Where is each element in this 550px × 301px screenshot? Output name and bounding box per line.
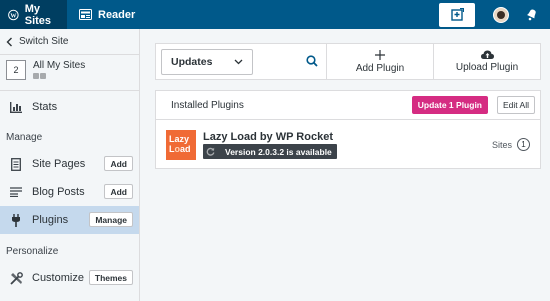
site-selector[interactable]: 2 All My Sites — [0, 55, 139, 91]
sidebar-item-label: Blog Posts — [32, 186, 85, 198]
themes-button[interactable]: Themes — [88, 270, 133, 285]
sidebar-item-label: Plugins — [32, 214, 69, 226]
filter-dropdown[interactable]: Updates — [161, 48, 253, 75]
update-plugins-button[interactable]: Update 1 Plugin — [411, 96, 488, 114]
site-count-badge: 2 — [6, 60, 26, 80]
edit-all-button[interactable]: Edit All — [497, 96, 535, 114]
compose-icon — [450, 8, 464, 21]
switch-site-link[interactable]: Switch Site — [0, 29, 139, 55]
sidebar-item-stats[interactable]: Stats — [0, 93, 139, 121]
add-plugin-label: Add Plugin — [355, 62, 405, 74]
manage-section-header: Manage — [6, 131, 43, 143]
plus-icon — [375, 49, 385, 60]
sidebar-item-label: Stats — [32, 101, 58, 113]
switch-site-label: Switch Site — [19, 36, 69, 47]
site-icons — [33, 73, 85, 79]
avatar[interactable] — [493, 6, 509, 23]
manage-plugins-button[interactable]: Manage — [89, 212, 133, 227]
svg-text:W: W — [10, 13, 17, 19]
my-sites-button[interactable]: W My Sites — [0, 0, 67, 29]
sidebar-item-label: Customize — [32, 272, 84, 284]
search-icon[interactable] — [306, 55, 318, 70]
page-icon — [9, 157, 23, 171]
installed-plugins-card: Installed Plugins Update 1 Plugin Edit A… — [155, 90, 541, 169]
bell-icon — [527, 9, 536, 21]
plugin-sites: Sites 1 — [492, 138, 530, 151]
cloud-upload-icon — [480, 50, 494, 59]
site-name: All My Sites — [33, 60, 86, 71]
plugin-row[interactable]: Lazy Load Lazy Load by WP Rocket Version… — [156, 120, 540, 168]
plugin-update-text: Version 2.0.3.2 is available — [225, 146, 332, 157]
plugin-name[interactable]: Lazy Load by WP Rocket — [203, 131, 333, 143]
upload-plugin-label: Upload Plugin — [455, 62, 519, 73]
main-content: Updates Add Plugin Upload Plugin Install… — [155, 43, 541, 169]
chevron-left-icon — [6, 37, 12, 46]
personalize-section-header: Personalize — [6, 245, 59, 257]
plugin-update-notice[interactable]: Version 2.0.3.2 is available — [203, 144, 337, 159]
add-plugin-button[interactable]: Add Plugin — [327, 44, 434, 79]
notifications-button[interactable] — [526, 8, 538, 21]
sidebar-item-label: Site Pages — [32, 158, 86, 170]
stats-icon — [9, 101, 23, 113]
sites-label: Sites — [491, 139, 512, 150]
my-sites-label: My Sites — [24, 2, 52, 27]
installed-plugins-title: Installed Plugins — [171, 99, 244, 111]
reader-icon — [79, 9, 92, 20]
tools-icon — [9, 271, 23, 285]
sidebar: Switch Site 2 All My Sites Stats Manage … — [0, 29, 140, 301]
refresh-icon — [206, 147, 215, 156]
reader-label: Reader — [98, 8, 136, 21]
add-post-button[interactable]: Add — [104, 184, 133, 199]
reader-button[interactable]: Reader — [71, 0, 143, 29]
sidebar-item-site-pages[interactable]: Site Pages Add — [0, 150, 139, 178]
plugin-logo: Lazy Load — [166, 130, 196, 160]
chevron-down-icon — [234, 59, 243, 64]
plugins-toolbar: Updates Add Plugin Upload Plugin — [155, 43, 541, 80]
wordpress-icon: W — [8, 9, 19, 20]
sidebar-item-customize[interactable]: Customize Themes — [0, 264, 139, 292]
plug-icon — [9, 213, 23, 227]
sidebar-item-plugins[interactable]: Plugins Manage — [0, 206, 139, 234]
upload-plugin-button[interactable]: Upload Plugin — [434, 44, 540, 79]
installed-plugins-header: Installed Plugins Update 1 Plugin Edit A… — [156, 91, 540, 120]
posts-icon — [9, 187, 23, 197]
filter-selected-value: Updates — [171, 55, 213, 68]
sites-count-badge: 1 — [517, 138, 530, 151]
add-page-button[interactable]: Add — [104, 156, 133, 171]
top-bar: W My Sites Reader — [0, 0, 550, 29]
write-post-button[interactable] — [439, 2, 475, 27]
sidebar-item-blog-posts[interactable]: Blog Posts Add — [0, 178, 139, 206]
